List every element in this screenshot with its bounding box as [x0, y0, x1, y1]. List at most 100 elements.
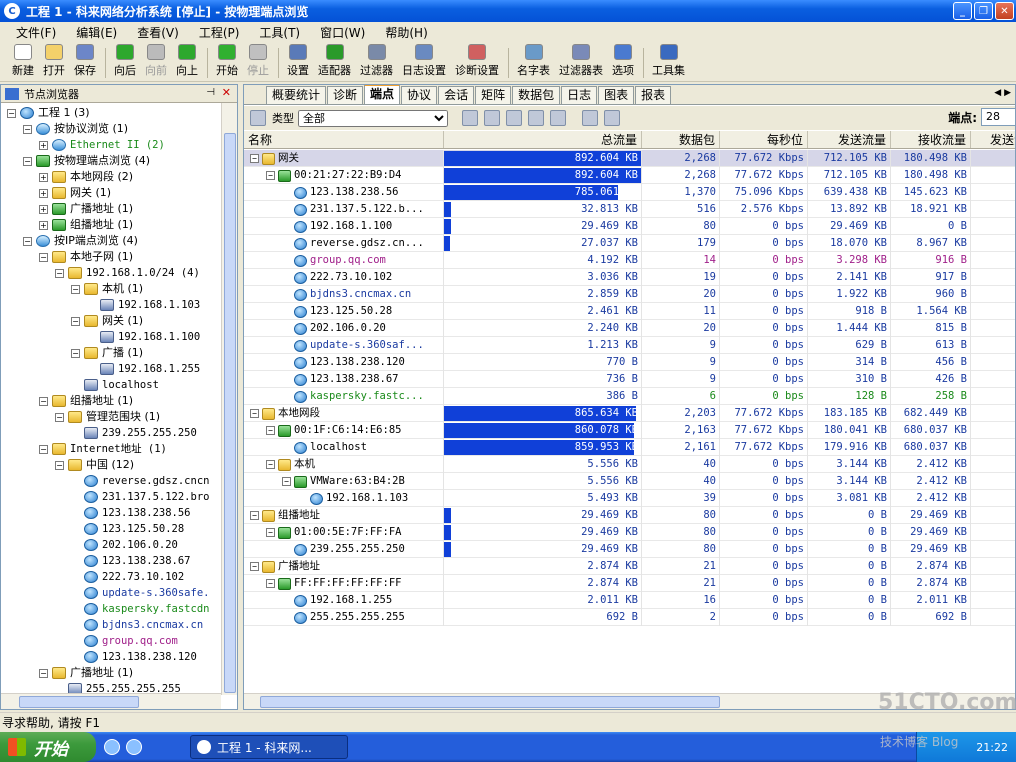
tree-node[interactable]: 123.138.238.120: [71, 649, 197, 665]
toolbar-button-filter-table[interactable]: 过滤器表: [559, 44, 603, 81]
expand-toggle-icon[interactable]: −: [23, 124, 32, 134]
column-header[interactable]: 名称: [244, 131, 444, 148]
tree-node[interactable]: 123.138.238.67: [71, 553, 191, 569]
menu-item[interactable]: 编辑(E): [76, 24, 117, 41]
close-button[interactable]: ✕: [995, 2, 1014, 20]
tab-4[interactable]: 会话: [438, 86, 475, 104]
tree-horizontal-scrollbar[interactable]: [1, 693, 221, 709]
expand-toggle-icon[interactable]: −: [71, 316, 80, 326]
row-expand-icon[interactable]: −: [266, 426, 275, 435]
table-row[interactable]: reverse.gdsz.cn... 27.037 KB 179 0 bps 18.07…: [244, 235, 1015, 252]
table-row[interactable]: 202.106.0.20 2.240 KB 20 0 bps 1.444 KB 815 B: [244, 320, 1015, 337]
menu-item[interactable]: 工程(P): [199, 24, 240, 41]
table-row[interactable]: 239.255.255.250 29.469 KB 80 0 bps 0 B 29.469…: [244, 541, 1015, 558]
expand-toggle-icon[interactable]: −: [71, 284, 80, 294]
taskbar-app-button[interactable]: 工程 1 - 科来网...: [190, 735, 348, 759]
start-button[interactable]: 开始: [0, 732, 96, 762]
expand-toggle-icon[interactable]: +: [39, 140, 48, 150]
tab-7[interactable]: 日志: [561, 86, 598, 104]
tree-node[interactable]: 222.73.10.102: [71, 569, 184, 585]
tree-node[interactable]: − 组播地址 (1): [39, 393, 133, 409]
row-expand-icon[interactable]: −: [250, 511, 259, 520]
column-header[interactable]: 数据包: [642, 131, 720, 148]
tree-node[interactable]: 192.168.1.103: [87, 297, 200, 313]
menu-item[interactable]: 工具(T): [259, 24, 300, 41]
toolbar-button-options[interactable]: 选项: [612, 44, 634, 81]
toolbar-button-diagnosis-settings[interactable]: 诊断设置: [455, 44, 499, 81]
tab-1[interactable]: 诊断: [327, 86, 364, 104]
table-row[interactable]: localhost 859.953 KB 2,161 77.672 Kbps 179.9…: [244, 439, 1015, 456]
tree-node[interactable]: bjdns3.cncmax.cn: [71, 617, 203, 633]
toolbar-button-open-folder[interactable]: 打开: [43, 44, 65, 81]
tree-node[interactable]: kaspersky.fastcdn: [71, 601, 209, 617]
row-expand-icon[interactable]: −: [266, 460, 275, 469]
expand-toggle-icon[interactable]: −: [71, 348, 80, 358]
toolbar-button-log-settings[interactable]: 日志设置: [402, 44, 446, 81]
expand-toggle-icon[interactable]: −: [23, 156, 32, 166]
export-icon[interactable]: [528, 110, 544, 126]
column-header[interactable]: 总流量: [444, 131, 642, 148]
expand-toggle-icon[interactable]: +: [39, 204, 48, 214]
restore-button[interactable]: ❐: [974, 2, 993, 20]
tree-node[interactable]: − 本地子网 (1): [39, 249, 133, 265]
table-row[interactable]: bjdns3.cncmax.cn 2.859 KB 20 0 bps 1.922 KB 9…: [244, 286, 1015, 303]
toolbar-button-stop[interactable]: 停止: [247, 44, 269, 81]
row-expand-icon[interactable]: −: [282, 477, 291, 486]
expand-toggle-icon[interactable]: −: [55, 460, 64, 470]
tree-node[interactable]: 123.125.50.28: [71, 521, 184, 537]
table-row[interactable]: group.qq.com 4.192 KB 14 0 bps 3.298 KB 916 B: [244, 252, 1015, 269]
table-row[interactable]: − 广播地址 2.874 KB 21 0 bps 0 B 2.874 KB: [244, 558, 1015, 575]
tab-scroll-arrows[interactable]: ◀ ▶: [994, 88, 1011, 98]
table-row[interactable]: 123.125.50.28 2.461 KB 11 0 bps 918 B 1.564 K…: [244, 303, 1015, 320]
window-titlebar[interactable]: C 工程 1 - 科来网络分析系统 [停止] - 按物理端点浏览 _ ❐ ✕: [0, 0, 1016, 22]
table-row[interactable]: 231.137.5.122.b... 32.813 KB 516 2.576 Kbps…: [244, 201, 1015, 218]
layout-icon[interactable]: [582, 110, 598, 126]
tab-6[interactable]: 数据包: [512, 86, 561, 104]
toolbar-button-adapter[interactable]: 适配器: [318, 44, 351, 81]
tree-node[interactable]: 202.106.0.20: [71, 537, 178, 553]
ie-icon[interactable]: [104, 739, 120, 755]
column-header[interactable]: 发送流量: [808, 131, 891, 148]
expand-toggle-icon[interactable]: −: [55, 412, 64, 422]
filter-icon[interactable]: [506, 110, 522, 126]
tree-node[interactable]: 123.138.238.56: [71, 505, 191, 521]
row-expand-icon[interactable]: −: [266, 579, 275, 588]
tree-node[interactable]: − Internet地址 (1): [39, 441, 167, 457]
table-row[interactable]: 192.168.1.255 2.011 KB 16 0 bps 0 B 2.011 KB: [244, 592, 1015, 609]
tree-node[interactable]: 192.168.1.100: [87, 329, 200, 345]
table-row[interactable]: 123.138.238.67 736 B 90 bps 310 B 426 B: [244, 371, 1015, 388]
expand-toggle-icon[interactable]: −: [39, 252, 48, 262]
expand-toggle-icon[interactable]: −: [7, 108, 16, 118]
column-header[interactable]: 发送流: [971, 131, 1015, 148]
refresh-icon[interactable]: [604, 110, 620, 126]
tree-node[interactable]: 192.168.1.255: [87, 361, 200, 377]
tree-node[interactable]: − 管理范围块 (1): [55, 409, 160, 425]
row-expand-icon[interactable]: −: [250, 562, 259, 571]
tree-node[interactable]: + 本地网段 (2): [39, 169, 133, 185]
tree-node[interactable]: − 中国 (12): [55, 457, 134, 473]
tree-node[interactable]: + Ethernet II (2): [39, 137, 165, 153]
tree-node[interactable]: group.qq.com: [71, 633, 178, 649]
tree-node[interactable]: − 192.168.1.0/24 (4): [55, 265, 200, 281]
expand-toggle-icon[interactable]: +: [39, 188, 48, 198]
expand-toggle-icon[interactable]: +: [39, 220, 48, 230]
table-row[interactable]: − 本地网段 865.634 KB 2,203 77.672 Kbps 183.185 K…: [244, 405, 1015, 422]
tab-3[interactable]: 协议: [401, 86, 438, 104]
menu-item[interactable]: 帮助(H): [385, 24, 427, 41]
toolbar-button-up-arrow[interactable]: 向上: [176, 44, 198, 81]
table-row[interactable]: − 网关 892.604 KB 2,268 77.672 Kbps 712.105 KB 1…: [244, 150, 1015, 167]
table-row[interactable]: − VMWare:63:B4:2B 5.556 KB 40 0 bps 3.144 KB 2…: [244, 473, 1015, 490]
tree-node[interactable]: − 网关 (1): [71, 313, 143, 329]
row-expand-icon[interactable]: −: [250, 409, 259, 418]
table-row[interactable]: 222.73.10.102 3.036 KB 19 0 bps 2.141 KB 917 …: [244, 269, 1015, 286]
table-row[interactable]: 192.168.1.100 29.469 KB 80 0 bps 29.469 KB 0 …: [244, 218, 1015, 235]
tree-node[interactable]: − 按协议浏览 (1): [23, 121, 128, 137]
tree-node[interactable]: − 广播地址 (1): [39, 665, 133, 681]
toolbar-button-save-disk[interactable]: 保存: [74, 44, 96, 81]
menu-item[interactable]: 查看(V): [137, 24, 179, 41]
row-expand-icon[interactable]: −: [266, 171, 275, 180]
tab-2[interactable]: 端点: [364, 85, 401, 104]
type-select[interactable]: 全部: [298, 109, 448, 127]
tree-node[interactable]: − 广播 (1): [71, 345, 143, 361]
tree-node[interactable]: update-s.360safe.: [71, 585, 209, 601]
